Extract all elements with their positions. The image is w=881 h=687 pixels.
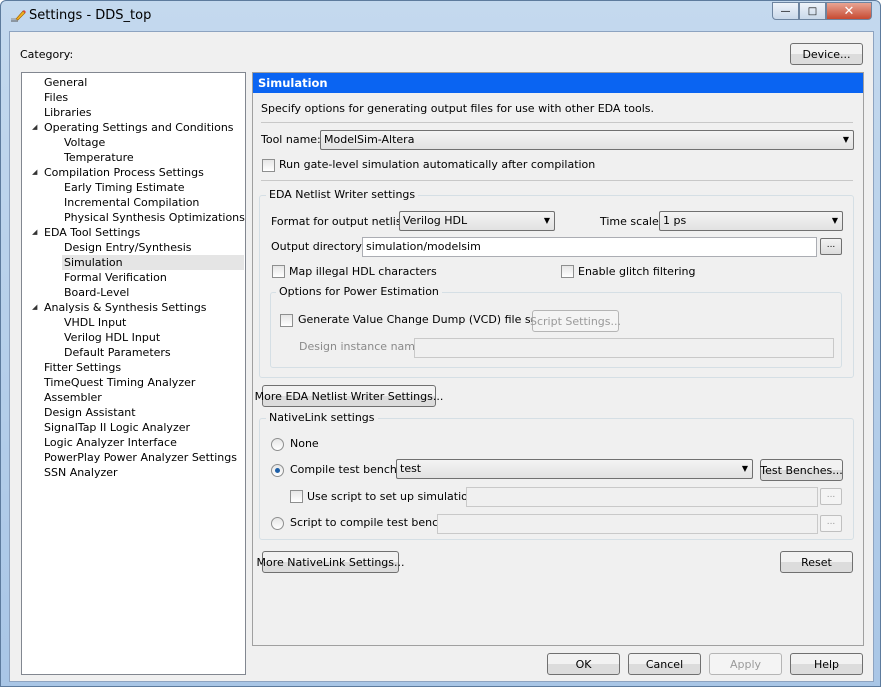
tree-item[interactable]: Formal Verification — [62, 270, 167, 285]
apply-button[interactable]: Apply — [709, 653, 782, 675]
time-scale-label: Time scale: — [600, 215, 663, 228]
tree-item[interactable]: Analysis & Synthesis Settings — [42, 300, 207, 315]
compile-test-bench-radio[interactable] — [271, 464, 284, 477]
run-gate-level-checkbox[interactable] — [262, 159, 275, 172]
panel-title: Simulation — [253, 73, 863, 93]
tree-item[interactable]: Assembler — [42, 390, 102, 405]
tree-item[interactable]: Physical Synthesis Optimizations — [62, 210, 245, 225]
tree-item[interactable]: TimeQuest Timing Analyzer — [42, 375, 195, 390]
pencil-settings-icon — [11, 10, 26, 22]
close-button[interactable]: ✕ — [826, 2, 872, 20]
run-gate-level-label: Run gate-level simulation automatically … — [279, 158, 596, 171]
device-button[interactable]: Device... — [790, 43, 863, 65]
more-eda-settings-button[interactable]: More EDA Netlist Writer Settings... — [255, 385, 443, 407]
maximize-icon: □ — [807, 5, 818, 17]
dialog-body: Category: Device... General Files Librarie… — [9, 31, 874, 682]
script-compile-browse-button[interactable]: ... — [820, 515, 842, 532]
vcd-label: Generate Value Change Dump (VCD) file sc… — [298, 313, 556, 326]
panel-description: Specify options for generating output fi… — [261, 102, 655, 115]
category-tree[interactable]: General Files Libraries Operating Settings … — [21, 72, 246, 675]
output-dir-label: Output directory: — [271, 240, 365, 253]
minimize-button[interactable]: — — [772, 2, 799, 20]
script-compile-radio[interactable] — [271, 517, 284, 530]
tool-name-select[interactable]: ModelSim-Altera ▼ — [320, 130, 854, 150]
map-illegal-label: Map illegal HDL characters — [289, 265, 437, 278]
test-bench-select[interactable]: test ▼ — [396, 459, 753, 479]
tree-item[interactable]: SignalTap II Logic Analyzer — [42, 420, 190, 435]
tree-item[interactable]: VHDL Input — [62, 315, 126, 330]
glitch-checkbox[interactable] — [561, 265, 574, 278]
power-legend: Options for Power Estimation — [276, 285, 442, 299]
use-script-input[interactable] — [466, 487, 818, 507]
vcd-checkbox[interactable] — [280, 314, 293, 327]
use-script-browse-button[interactable]: ... — [820, 488, 842, 505]
settings-window: Settings - DDS_top — □ ✕ Category: Devic… — [0, 0, 881, 687]
expanded-triangle-icon[interactable]: ◢ — [32, 303, 37, 311]
none-label: None — [290, 437, 319, 450]
format-select[interactable]: Verilog HDL ▼ — [399, 211, 555, 231]
simulation-panel: Simulation Specify options for generatin… — [252, 72, 864, 646]
nativelink-legend: NativeLink settings — [266, 411, 378, 425]
compile-test-bench-label: Compile test bench: — [290, 463, 401, 476]
tree-item[interactable]: Default Parameters — [62, 345, 171, 360]
help-button[interactable]: Help — [790, 653, 863, 675]
output-dir-input[interactable]: simulation/modelsim — [362, 237, 817, 257]
reset-button[interactable]: Reset — [780, 551, 853, 573]
tree-item[interactable]: Design Entry/Synthesis — [62, 240, 191, 255]
expanded-triangle-icon[interactable]: ◢ — [32, 228, 37, 236]
script-compile-input[interactable] — [437, 514, 818, 534]
script-settings-button[interactable]: Script Settings... — [530, 310, 621, 332]
use-script-label: Use script to set up simulation: — [307, 490, 479, 503]
tool-name-value: ModelSim-Altera — [324, 133, 415, 146]
tree-item[interactable]: Operating Settings and Conditions — [42, 120, 234, 135]
tool-name-label: Tool name: — [261, 133, 321, 146]
tree-item[interactable]: General — [42, 75, 87, 90]
dropdown-arrow-icon: ▼ — [741, 464, 748, 473]
output-dir-browse-button[interactable]: ... — [820, 238, 842, 255]
dropdown-arrow-icon: ▼ — [842, 135, 849, 144]
category-label: Category: — [20, 48, 74, 61]
minimize-icon: — — [780, 5, 791, 17]
tree-item[interactable]: EDA Tool Settings — [42, 225, 140, 240]
instance-name-input[interactable] — [414, 338, 834, 358]
more-nativelink-settings-button[interactable]: More NativeLink Settings... — [257, 551, 405, 573]
format-label: Format for output netlist: — [271, 215, 410, 228]
expanded-triangle-icon[interactable]: ◢ — [32, 123, 37, 131]
window-title: Settings - DDS_top — [29, 8, 152, 23]
tree-item[interactable]: Board-Level — [62, 285, 129, 300]
tree-item[interactable]: Files — [42, 90, 68, 105]
map-illegal-checkbox[interactable] — [272, 265, 285, 278]
script-compile-label: Script to compile test bench: — [290, 516, 449, 529]
tree-item[interactable]: Incremental Compilation — [62, 195, 199, 210]
test-bench-value: test — [400, 462, 422, 475]
tree-item[interactable]: Compilation Process Settings — [42, 165, 204, 180]
time-scale-value: 1 ps — [663, 214, 687, 227]
maximize-button[interactable]: □ — [799, 2, 826, 20]
use-script-checkbox[interactable] — [290, 490, 303, 503]
tree-item[interactable]: Voltage — [62, 135, 105, 150]
eda-legend: EDA Netlist Writer settings — [266, 188, 419, 202]
glitch-label: Enable glitch filtering — [578, 265, 696, 278]
tree-item[interactable]: PowerPlay Power Analyzer Settings — [42, 450, 237, 465]
cancel-button[interactable]: Cancel — [628, 653, 701, 675]
tree-item[interactable]: Simulation — [62, 255, 244, 270]
tree-item[interactable]: Early Timing Estimate — [62, 180, 185, 195]
time-scale-select[interactable]: 1 ps ▼ — [659, 211, 843, 231]
tree-item[interactable]: SSN Analyzer — [42, 465, 118, 480]
ok-button[interactable]: OK — [547, 653, 620, 675]
tree-item[interactable]: Design Assistant — [42, 405, 136, 420]
tree-item[interactable]: Temperature — [62, 150, 134, 165]
close-icon: ✕ — [843, 3, 855, 19]
test-benches-button[interactable]: Test Benches... — [760, 459, 843, 481]
instance-name-label: Design instance name: — [299, 340, 426, 353]
none-radio[interactable] — [271, 438, 284, 451]
expanded-triangle-icon[interactable]: ◢ — [32, 168, 37, 176]
tree-item[interactable]: Fitter Settings — [42, 360, 121, 375]
format-value: Verilog HDL — [403, 214, 468, 227]
tree-item[interactable]: Verilog HDL Input — [62, 330, 160, 345]
tree-item[interactable]: Libraries — [42, 105, 92, 120]
tree-item[interactable]: Logic Analyzer Interface — [42, 435, 177, 450]
dropdown-arrow-icon: ▼ — [543, 216, 550, 225]
dropdown-arrow-icon: ▼ — [831, 216, 838, 225]
